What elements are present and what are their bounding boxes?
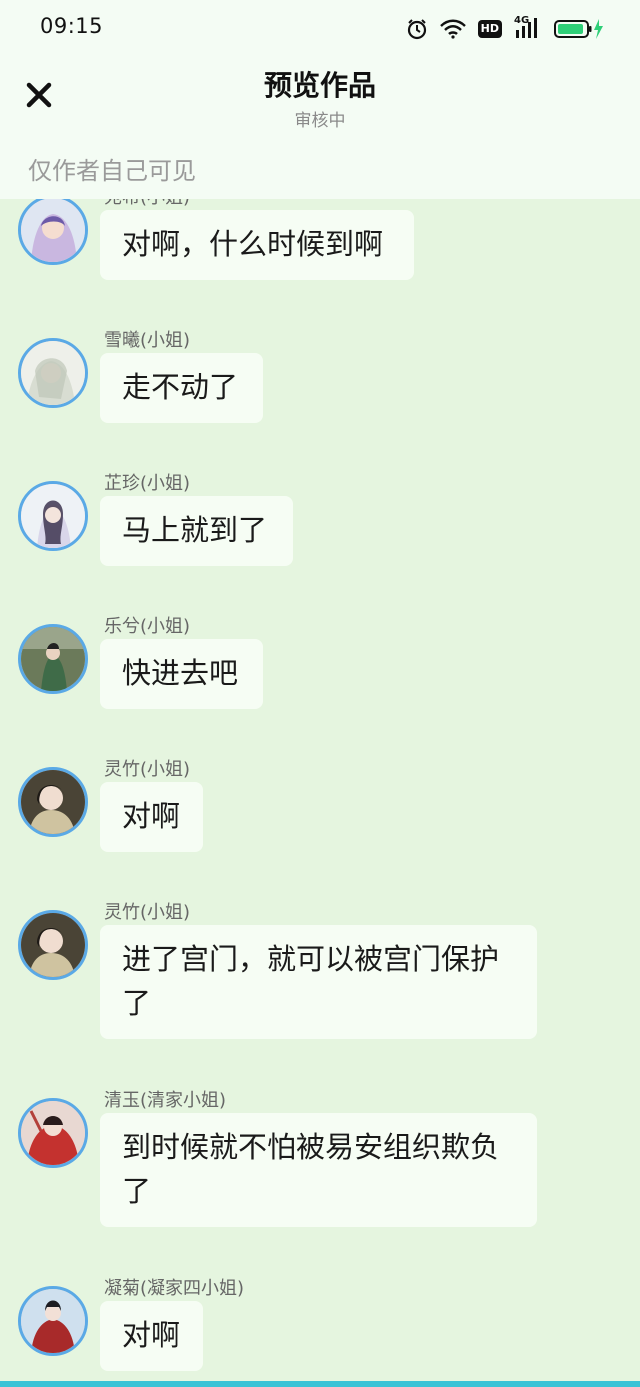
sender-name: 清玉(清家小姐) <box>104 1090 227 1111</box>
message-bubble[interactable]: 到时候就不怕被易安组织欺负了 <box>100 1113 537 1227</box>
status-icons: HD 4G <box>406 15 604 42</box>
hd-icon: HD <box>477 20 502 38</box>
sender-name: 灵竹(小姐) <box>104 759 191 780</box>
message-bubble[interactable]: 快进去吧 <box>100 639 263 709</box>
message-bubble[interactable]: 对啊，什么时候到啊 <box>100 210 414 280</box>
sender-name: 乐兮(小姐) <box>104 616 191 637</box>
avatar[interactable] <box>18 767 88 837</box>
status-bar: 09:15 HD 4G <box>0 0 640 56</box>
message-bubble[interactable]: 走不动了 <box>100 353 263 423</box>
sender-name: 雪曦(小姐) <box>104 330 191 351</box>
avatar[interactable] <box>18 195 88 265</box>
avatar[interactable] <box>18 338 88 408</box>
avatar[interactable] <box>18 1286 88 1356</box>
wifi-icon <box>439 19 466 39</box>
avatar[interactable] <box>18 1098 88 1168</box>
cellular-signal-icon: 4G <box>514 15 542 40</box>
bottom-accent-bar <box>0 1381 640 1387</box>
sender-name: 芷珍(小姐) <box>104 473 191 494</box>
top-header: 09:15 HD 4G 预览作品 审核中 仅作者自己可见 <box>0 0 640 199</box>
review-status: 审核中 <box>294 111 346 131</box>
chat-area[interactable]: 宛希(小姐) 对啊，什么时候到啊 雪曦(小姐) 走不动了 芷珍(小姐) 马 <box>0 0 640 1387</box>
message-bubble[interactable]: 进了宫门，就可以被宫门保护了 <box>100 925 537 1039</box>
avatar[interactable] <box>18 481 88 551</box>
status-time: 09:15 <box>40 14 104 38</box>
battery-icon <box>554 18 604 40</box>
page-title: 预览作品 <box>263 69 376 102</box>
avatar[interactable] <box>18 624 88 694</box>
message-bubble[interactable]: 对啊 <box>100 1301 203 1371</box>
alarm-icon <box>406 18 428 40</box>
avatar[interactable] <box>18 910 88 980</box>
sender-name: 凝菊(凝家四小姐) <box>104 1278 245 1299</box>
message-bubble[interactable]: 马上就到了 <box>100 496 293 566</box>
message-bubble[interactable]: 对啊 <box>100 782 203 852</box>
visibility-notice: 仅作者自己可见 <box>28 157 196 185</box>
sender-name: 灵竹(小姐) <box>104 902 191 923</box>
